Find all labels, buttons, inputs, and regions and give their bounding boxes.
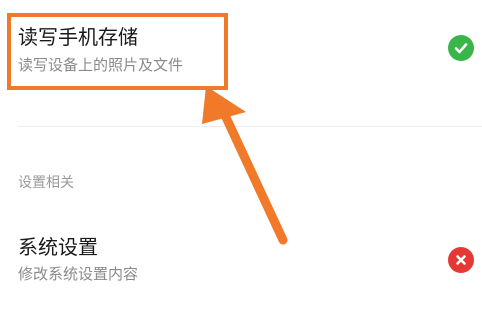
- permission-row-system-settings[interactable]: 系统设置 修改系统设置内容: [0, 220, 482, 290]
- section-divider: [18, 126, 482, 127]
- permission-status-toggle[interactable]: [448, 35, 474, 61]
- highlight-annotation-box: [7, 13, 228, 90]
- section-header: 设置相关: [18, 175, 74, 191]
- permission-status-toggle[interactable]: [448, 247, 474, 273]
- permission-settings-page: 读写手机存储 读写设备上的照片及文件 设置相关 系统设置 修改系统设置内容: [0, 0, 482, 313]
- check-icon: [454, 43, 468, 54]
- permission-title: 系统设置: [18, 235, 98, 259]
- close-icon: [456, 255, 466, 265]
- permission-description: 修改系统设置内容: [18, 265, 139, 283]
